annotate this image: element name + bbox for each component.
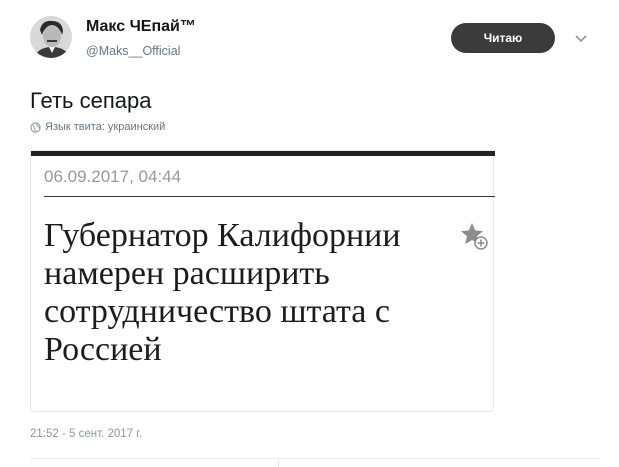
user-name[interactable]: Макс ЧЕпай™ bbox=[86, 18, 196, 36]
card-divider bbox=[44, 196, 495, 197]
avatar[interactable] bbox=[30, 16, 72, 58]
card-top-bar bbox=[31, 151, 495, 156]
user-handle[interactable]: @Maks__Official bbox=[86, 44, 180, 58]
language-label: Язык твита: украинский bbox=[45, 121, 166, 133]
tweet-text: Геть сепара bbox=[30, 88, 152, 113]
card-date: 06.09.2017, 04:44 bbox=[44, 167, 182, 186]
tweet-header: Макс ЧЕпай™ @Maks__Official Читаю bbox=[30, 14, 600, 70]
divider bbox=[30, 458, 600, 459]
globe-icon bbox=[30, 121, 41, 133]
star-plus-icon[interactable] bbox=[459, 221, 489, 251]
link-card[interactable]: 06.09.2017, 04:44 Губернатор Калифорнии … bbox=[30, 150, 495, 412]
tweet-timestamp[interactable]: 21:52 - 5 сент. 2017 г. bbox=[30, 428, 142, 440]
chevron-down-icon[interactable] bbox=[573, 30, 589, 46]
card-headline[interactable]: Губернатор Калифорнии намерен расширить … bbox=[44, 217, 464, 369]
divider-tick bbox=[278, 458, 279, 467]
tweet-language-note: Язык твита: украинский bbox=[30, 121, 165, 133]
following-button[interactable]: Читаю bbox=[451, 23, 555, 53]
